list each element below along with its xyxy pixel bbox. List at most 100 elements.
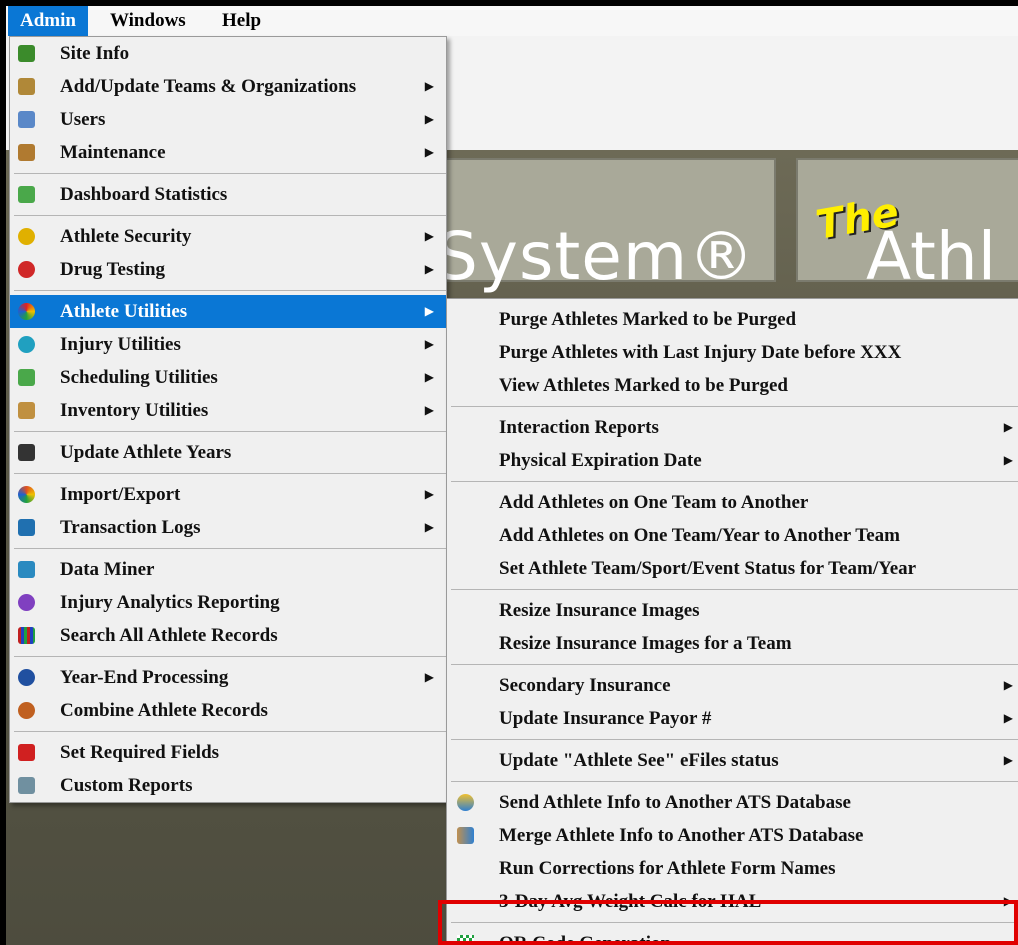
menu-item-athlete-security[interactable]: Athlete Security ▶ [10, 220, 446, 253]
dashboard-icon [18, 186, 35, 203]
submenu-item-view-marked[interactable]: View Athletes Marked to be Purged [447, 369, 1018, 402]
submenu-arrow-icon: ▶ [424, 304, 434, 318]
submenu-item-send-ats-db[interactable]: Send Athlete Info to Another ATS Databas… [447, 786, 1018, 819]
athlete-utilities-submenu: Purge Athletes Marked to be Purged Purge… [446, 298, 1018, 945]
menu-item-maintenance[interactable]: Maintenance ▶ [10, 136, 446, 169]
menu-admin[interactable]: Admin [8, 6, 88, 36]
menu-bar: Admin Windows Help [6, 6, 1018, 37]
menu-item-athlete-utilities[interactable]: Athlete Utilities ▶ [10, 295, 446, 328]
submenu-arrow-icon: ▶ [424, 487, 434, 501]
submenu-arrow-icon: ▶ [424, 145, 434, 159]
submenu-item-physical-expiration[interactable]: Physical Expiration Date ▶ [447, 444, 1018, 477]
inventory-icon [18, 402, 35, 419]
menu-item-search-athlete-records[interactable]: Search All Athlete Records [10, 619, 446, 652]
menu-separator [14, 173, 446, 174]
menu-separator [451, 739, 1018, 740]
submenu-item-insurance-payor[interactable]: Update Insurance Payor # ▶ [447, 702, 1018, 735]
submenu-item-merge-ats-db[interactable]: Merge Athlete Info to Another ATS Databa… [447, 819, 1018, 852]
menu-item-data-miner[interactable]: Data Miner [10, 553, 446, 586]
app-window: Admin Windows Help The System® Athl Site… [6, 6, 1018, 945]
merge-db-icon [457, 827, 474, 844]
submenu-item-purge-last-injury[interactable]: Purge Athletes with Last Injury Date bef… [447, 336, 1018, 369]
analytics-icon [18, 594, 35, 611]
submenu-item-purge-marked[interactable]: Purge Athletes Marked to be Purged [447, 303, 1018, 336]
menu-separator [14, 731, 446, 732]
menu-item-injury-analytics[interactable]: Injury Analytics Reporting [10, 586, 446, 619]
qr-code-icon [457, 935, 474, 945]
menu-item-scheduling-utilities[interactable]: Scheduling Utilities ▶ [10, 361, 446, 394]
menu-item-import-export[interactable]: Import/Export ▶ [10, 478, 446, 511]
search-records-icon [18, 627, 35, 644]
menu-help[interactable]: Help [210, 6, 273, 36]
year-end-icon [18, 669, 35, 686]
submenu-arrow-icon: ▶ [1003, 453, 1013, 467]
submenu-arrow-icon: ▶ [424, 670, 434, 684]
menu-item-inventory-utilities[interactable]: Inventory Utilities ▶ [10, 394, 446, 427]
menu-separator [14, 215, 446, 216]
submenu-arrow-icon: ▶ [424, 79, 434, 93]
submenu-arrow-icon: ▶ [424, 403, 434, 417]
menu-item-set-required-fields[interactable]: Set Required Fields [10, 736, 446, 769]
menu-separator [14, 431, 446, 432]
menu-item-site-info[interactable]: Site Info [10, 37, 446, 70]
submenu-arrow-icon: ▶ [1003, 711, 1013, 725]
drug-testing-icon [18, 261, 35, 278]
admin-dropdown-menu: Site Info Add/Update Teams & Organizatio… [9, 36, 447, 803]
custom-reports-icon [18, 777, 35, 794]
submenu-arrow-icon: ▶ [1003, 678, 1013, 692]
graduate-icon [18, 444, 35, 461]
submenu-arrow-icon: ▶ [1003, 420, 1013, 434]
menu-item-transaction-logs[interactable]: Transaction Logs ▶ [10, 511, 446, 544]
menu-separator [451, 481, 1018, 482]
submenu-item-athlete-see-efiles[interactable]: Update "Athlete See" eFiles status ▶ [447, 744, 1018, 777]
submenu-arrow-icon: ▶ [424, 370, 434, 384]
menu-separator [451, 781, 1018, 782]
menu-separator [451, 664, 1018, 665]
users-icon [18, 111, 35, 128]
menu-item-combine-athlete-records[interactable]: Combine Athlete Records [10, 694, 446, 727]
menu-item-teams[interactable]: Add/Update Teams & Organizations ▶ [10, 70, 446, 103]
combine-icon [18, 702, 35, 719]
data-miner-icon [18, 561, 35, 578]
submenu-arrow-icon: ▶ [1003, 753, 1013, 767]
athlete-utilities-icon [18, 303, 35, 320]
submenu-item-qr-code-generation[interactable]: QR Code Generation [447, 927, 1018, 945]
teams-icon [18, 78, 35, 95]
scheduling-icon [18, 369, 35, 386]
submenu-item-add-team-year[interactable]: Add Athletes on One Team/Year to Another… [447, 519, 1018, 552]
menu-separator [14, 290, 446, 291]
submenu-item-secondary-insurance[interactable]: Secondary Insurance ▶ [447, 669, 1018, 702]
menu-item-drug-testing[interactable]: Drug Testing ▶ [10, 253, 446, 286]
submenu-item-resize-insurance-team[interactable]: Resize Insurance Images for a Team [447, 627, 1018, 660]
banner-athl-text: Athl [866, 218, 997, 295]
transaction-logs-icon [18, 519, 35, 536]
menu-item-update-athlete-years[interactable]: Update Athlete Years [10, 436, 446, 469]
import-export-icon [18, 486, 35, 503]
menu-item-users[interactable]: Users ▶ [10, 103, 446, 136]
submenu-item-set-status[interactable]: Set Athlete Team/Sport/Event Status for … [447, 552, 1018, 585]
submenu-arrow-icon: ▶ [424, 262, 434, 276]
menu-item-dashboard-statistics[interactable]: Dashboard Statistics [10, 178, 446, 211]
submenu-item-add-team-to-another[interactable]: Add Athletes on One Team to Another [447, 486, 1018, 519]
menu-separator [14, 473, 446, 474]
menu-separator [451, 589, 1018, 590]
menu-windows[interactable]: Windows [98, 6, 198, 36]
submenu-item-interaction-reports[interactable]: Interaction Reports ▶ [447, 411, 1018, 444]
menu-item-year-end-processing[interactable]: Year-End Processing ▶ [10, 661, 446, 694]
send-db-icon [457, 794, 474, 811]
site-info-icon [18, 45, 35, 62]
submenu-arrow-icon: ▶ [1003, 894, 1013, 908]
submenu-arrow-icon: ▶ [424, 112, 434, 126]
menu-item-custom-reports[interactable]: Custom Reports [10, 769, 446, 802]
submenu-item-run-corrections[interactable]: Run Corrections for Athlete Form Names [447, 852, 1018, 885]
menu-separator [14, 548, 446, 549]
submenu-arrow-icon: ▶ [424, 337, 434, 351]
submenu-arrow-icon: ▶ [424, 229, 434, 243]
submenu-item-weight-calc[interactable]: 3-Day Avg Weight Calc for HAL ▶ [447, 885, 1018, 918]
menu-separator [451, 406, 1018, 407]
submenu-item-resize-insurance[interactable]: Resize Insurance Images [447, 594, 1018, 627]
menu-item-injury-utilities[interactable]: Injury Utilities ▶ [10, 328, 446, 361]
security-icon [18, 228, 35, 245]
menu-separator [451, 922, 1018, 923]
banner-system-text: System® [436, 218, 756, 295]
